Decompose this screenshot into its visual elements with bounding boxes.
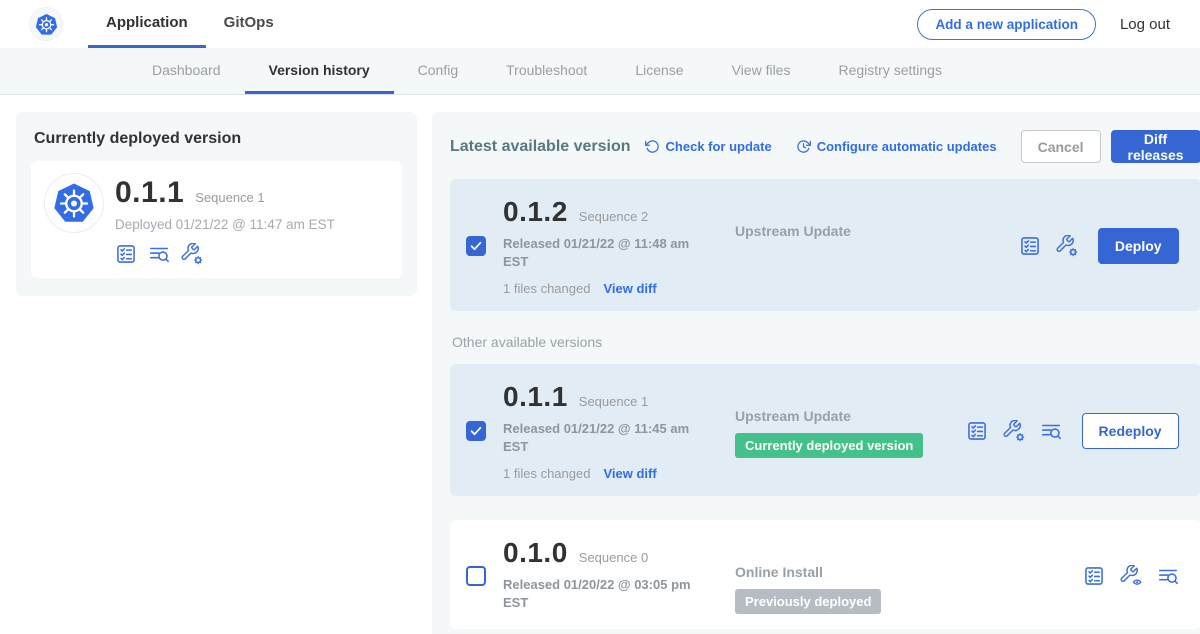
- version-card: 0.1.2 Sequence 2 Released 01/21/22 @ 11:…: [450, 179, 1200, 311]
- subnav-item-dashboard[interactable]: Dashboard: [128, 48, 245, 94]
- redeploy-button[interactable]: Redeploy: [1082, 413, 1179, 449]
- preflight-checks-icon[interactable]: [115, 243, 137, 265]
- main-content: Currently deployed version 0.1.1 Sequenc…: [0, 95, 1200, 634]
- kubernetes-logo-icon: [30, 8, 62, 40]
- checkmark-icon: [469, 424, 483, 438]
- version-number: 0.1.0: [503, 537, 568, 569]
- diff-releases-button[interactable]: Diff releases: [1111, 130, 1200, 163]
- version-source-label: Upstream Update: [735, 223, 925, 239]
- configure-automatic-updates-label: Configure automatic updates: [817, 139, 997, 154]
- clock-rotate-icon: [796, 139, 811, 154]
- top-nav-tabs: ApplicationGitOps: [88, 0, 292, 48]
- available-versions-panel: Latest available version Check for updat…: [432, 112, 1200, 634]
- view-diff-link[interactable]: View diff: [603, 281, 656, 296]
- version-number: 0.1.1: [503, 381, 568, 413]
- released-timestamp: Released 01/21/22 @ 11:45 am EST: [503, 420, 708, 455]
- check-for-update-link[interactable]: Check for update: [645, 139, 772, 154]
- edit-config-icon[interactable]: [181, 243, 203, 265]
- other-available-versions-title: Other available versions: [452, 334, 1199, 350]
- subnav-item-troubleshoot[interactable]: Troubleshoot: [482, 48, 611, 94]
- cancel-button[interactable]: Cancel: [1021, 130, 1101, 163]
- version-card: 0.1.1 Sequence 1 Released 01/21/22 @ 11:…: [450, 364, 1200, 496]
- currently-deployed-title: Currently deployed version: [34, 130, 400, 148]
- version-select-checkbox[interactable]: [466, 566, 486, 586]
- deployment-status-badge: Currently deployed version: [735, 433, 923, 458]
- released-timestamp: Released 01/21/22 @ 11:48 am EST: [503, 235, 708, 270]
- deploy-logs-icon[interactable]: [148, 243, 170, 265]
- subnav-item-config[interactable]: Config: [394, 48, 482, 94]
- edit-config-icon[interactable]: [1056, 235, 1078, 257]
- latest-available-title: Latest available version: [450, 138, 631, 156]
- preflight-checks-icon[interactable]: [966, 420, 988, 442]
- version-source-label: Upstream Update: [735, 408, 925, 424]
- deploy-button[interactable]: Deploy: [1098, 228, 1179, 264]
- subnav-item-license[interactable]: License: [611, 48, 707, 94]
- files-changed-label: 1 files changed: [503, 281, 590, 296]
- version-number: 0.1.2: [503, 196, 568, 228]
- subnav-item-view-files[interactable]: View files: [708, 48, 815, 94]
- checkmark-icon: [469, 239, 483, 253]
- sequence-label: Sequence 1: [579, 394, 648, 409]
- app-kubernetes-icon: [45, 174, 103, 232]
- top-nav: ApplicationGitOps Add a new application …: [0, 0, 1200, 48]
- files-changed-label: 1 files changed: [503, 466, 590, 481]
- version-select-checkbox[interactable]: [466, 421, 486, 441]
- app-sub-nav: DashboardVersion historyConfigTroublesho…: [0, 48, 1200, 95]
- top-tab-application[interactable]: Application: [88, 0, 206, 48]
- deploy-logs-icon[interactable]: [1040, 420, 1062, 442]
- subnav-item-registry-settings[interactable]: Registry settings: [814, 48, 965, 94]
- version-card: 0.1.0 Sequence 0 Released 01/20/22 @ 03:…: [450, 520, 1200, 629]
- check-for-update-label: Check for update: [666, 139, 772, 154]
- deployed-sequence-label: Sequence 1: [195, 190, 264, 205]
- edit-config-icon[interactable]: [1003, 420, 1025, 442]
- configure-automatic-updates-link[interactable]: Configure automatic updates: [796, 139, 997, 154]
- sequence-label: Sequence 0: [579, 550, 648, 565]
- add-new-application-button[interactable]: Add a new application: [917, 9, 1096, 40]
- log-out-button[interactable]: Log out: [1120, 16, 1170, 33]
- refresh-icon: [645, 139, 660, 154]
- version-source-label: Online Install: [735, 564, 925, 580]
- released-timestamp: Released 01/20/22 @ 03:05 pm EST: [503, 576, 708, 611]
- subnav-item-version-history[interactable]: Version history: [245, 48, 394, 94]
- deployed-timestamp: Deployed 01/21/22 @ 11:47 am EST: [115, 217, 335, 232]
- view-diff-link[interactable]: View diff: [603, 466, 656, 481]
- top-tab-gitops[interactable]: GitOps: [206, 0, 292, 48]
- deploy-logs-icon[interactable]: [1157, 565, 1179, 587]
- view-config-icon[interactable]: [1120, 565, 1142, 587]
- preflight-checks-icon[interactable]: [1083, 565, 1105, 587]
- deployed-version-number: 0.1.1: [115, 176, 184, 210]
- sequence-label: Sequence 2: [579, 209, 648, 224]
- deployed-version-card: 0.1.1 Sequence 1 Deployed 01/21/22 @ 11:…: [31, 161, 402, 278]
- deployment-status-badge: Previously deployed: [735, 589, 881, 614]
- currently-deployed-panel: Currently deployed version 0.1.1 Sequenc…: [16, 112, 417, 296]
- preflight-checks-icon[interactable]: [1019, 235, 1041, 257]
- version-select-checkbox[interactable]: [466, 236, 486, 256]
- available-versions-header: Latest available version Check for updat…: [450, 130, 1200, 163]
